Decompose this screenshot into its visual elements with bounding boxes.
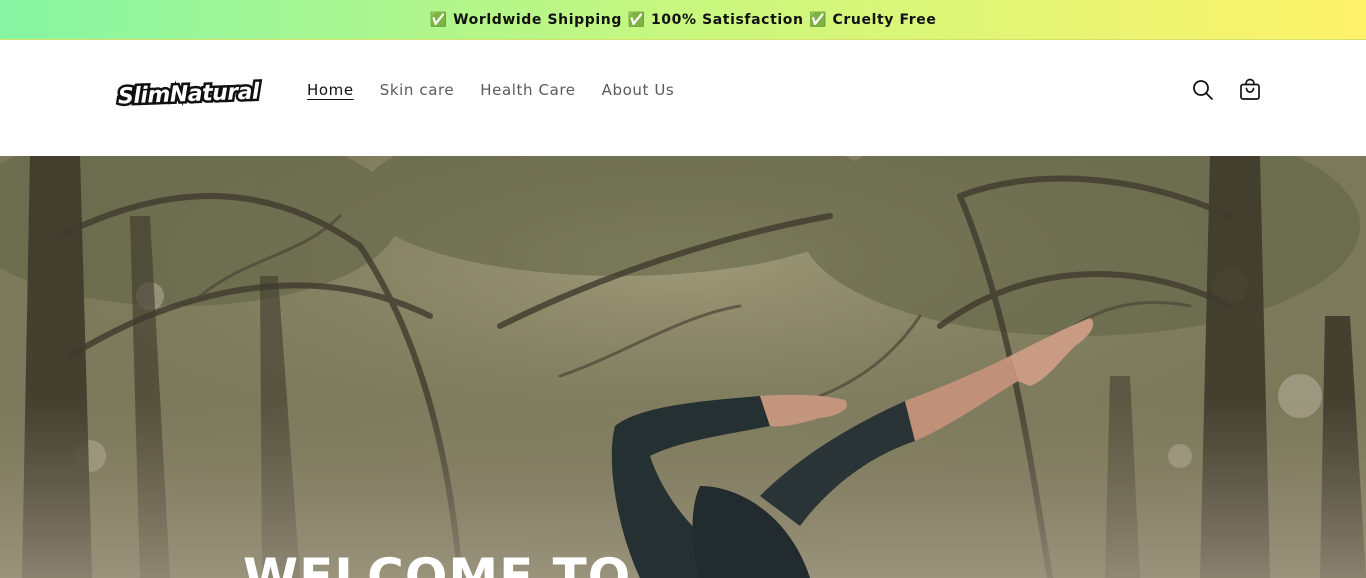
nav-item-skin-care[interactable]: Skin care: [380, 81, 455, 99]
nav-item-home[interactable]: Home: [307, 81, 354, 99]
announcement-text: ✅ Worldwide Shipping ✅ 100% Satisfaction…: [429, 11, 937, 28]
nav-item-health-care[interactable]: Health Care: [480, 81, 575, 99]
hero-banner: WELCOME TO: [0, 156, 1366, 578]
search-icon[interactable]: [1191, 78, 1215, 102]
main-nav: Home Skin care Health Care About Us: [307, 78, 674, 102]
site-logo[interactable]: SlimNatural: [115, 76, 262, 112]
hero-image: [0, 156, 1366, 578]
site-header: SlimNatural Home Skin care Health Care A…: [0, 40, 1366, 156]
cart-icon[interactable]: [1238, 78, 1262, 102]
logo-text: SlimNatural: [115, 77, 262, 112]
nav-item-about-us[interactable]: About Us: [602, 81, 675, 99]
announcement-bar: ✅ Worldwide Shipping ✅ 100% Satisfaction…: [0, 0, 1366, 40]
hero-heading: WELCOME TO: [243, 548, 632, 578]
